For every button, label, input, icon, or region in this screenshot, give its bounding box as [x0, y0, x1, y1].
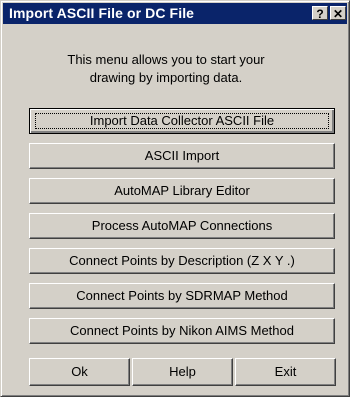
button-label: Process AutoMAP Connections [91, 218, 273, 233]
description-line-1: This menu allows you to start your [67, 52, 265, 67]
button-label: Connect Points by Description (Z X Y .) [69, 253, 295, 268]
button-label: AutoMAP Library Editor [114, 183, 250, 198]
button-label: ASCII Import [144, 148, 220, 163]
connect-points-by-description-button[interactable]: Connect Points by Description (Z X Y .) [29, 248, 335, 274]
description-text: This menu allows you to start your drawi… [21, 51, 311, 87]
help-button[interactable]: Help [132, 358, 233, 386]
button-label: Connect Points by Nikon AIMS Method [69, 323, 294, 338]
button-label: Exit [274, 364, 297, 379]
button-label: Help [169, 364, 196, 379]
connect-points-by-nikon-aims-button[interactable]: Connect Points by Nikon AIMS Method [29, 318, 335, 344]
ok-button[interactable]: Ok [29, 358, 130, 386]
automap-library-editor-button[interactable]: AutoMAP Library Editor [29, 178, 335, 204]
close-icon[interactable]: ✕ [330, 6, 346, 21]
import-dialog: Import ASCII File or DC File ? ✕ This me… [0, 0, 350, 397]
help-icon[interactable]: ? [312, 6, 328, 21]
description-line-2: drawing by importing data. [89, 70, 243, 85]
window-title: Import ASCII File or DC File [9, 5, 195, 21]
ascii-import-button[interactable]: ASCII Import [29, 143, 335, 169]
process-automap-connections-button[interactable]: Process AutoMAP Connections [29, 213, 335, 239]
title-bar[interactable]: Import ASCII File or DC File ? ✕ [3, 3, 347, 24]
button-label: Import Data Collector ASCII File [89, 113, 275, 128]
button-label: Connect Points by SDRMAP Method [76, 288, 288, 303]
import-data-collector-ascii-file-button[interactable]: Import Data Collector ASCII File [29, 108, 335, 134]
button-label: Ok [71, 364, 88, 379]
connect-points-by-sdrmap-button[interactable]: Connect Points by SDRMAP Method [29, 283, 335, 309]
exit-button[interactable]: Exit [235, 358, 336, 386]
